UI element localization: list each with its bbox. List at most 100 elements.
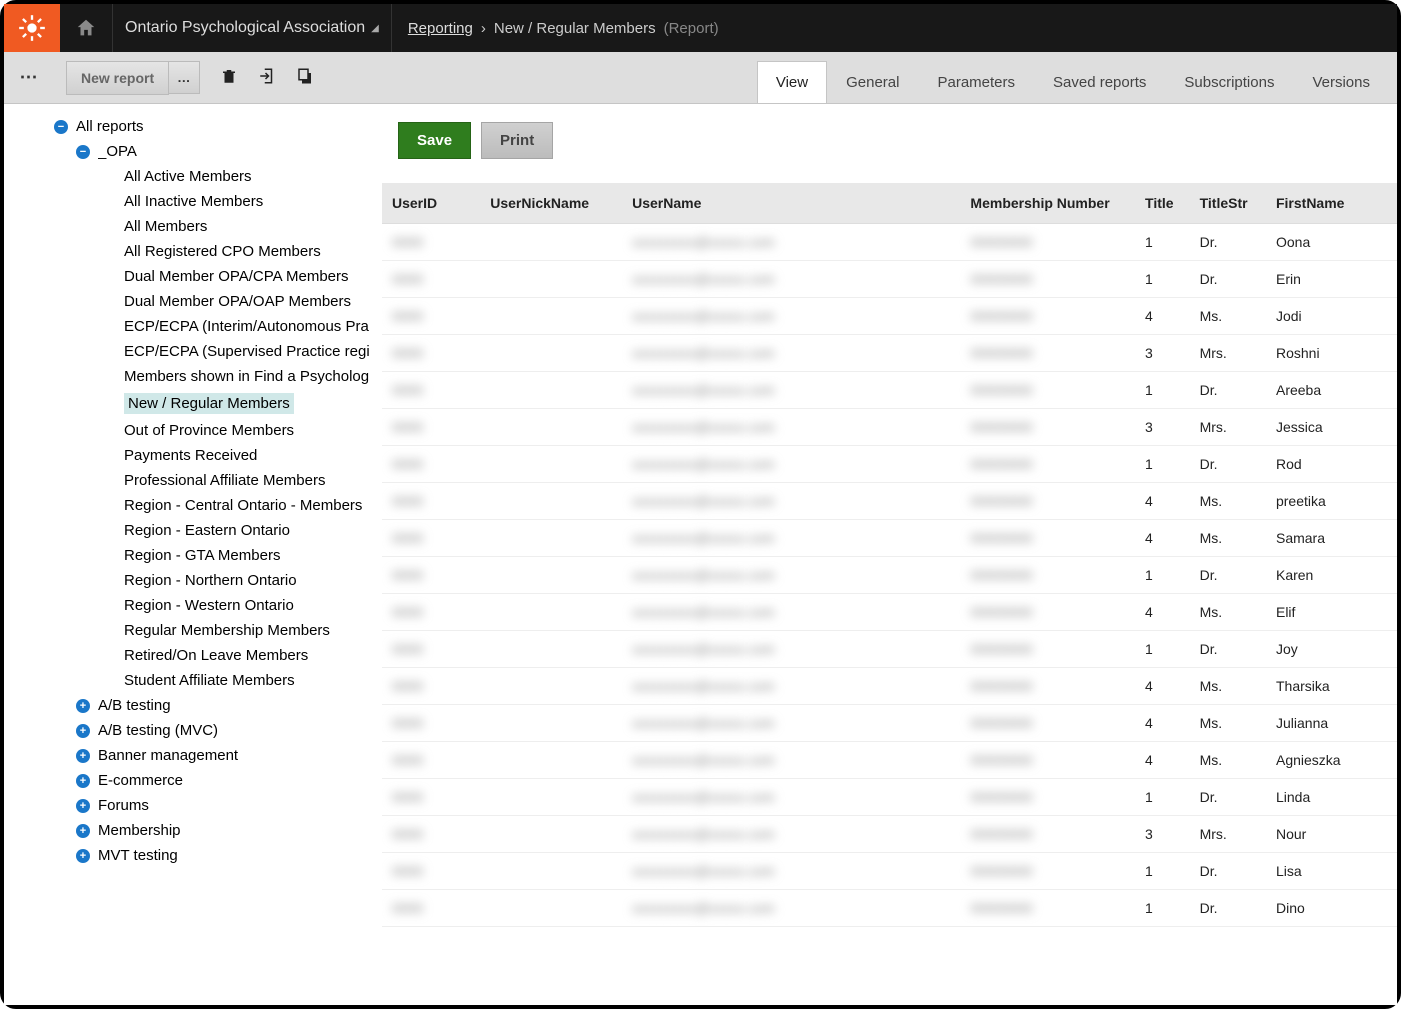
table-cell: 0000 [382, 705, 480, 742]
table-cell: 1 [1135, 372, 1190, 409]
table-row[interactable]: 0000xxxxxxxxx@xxxxx.com000000004Ms.preet… [382, 483, 1397, 520]
tree-item[interactable]: ECP/ECPA (Interim/Autonomous Pra [44, 314, 382, 339]
table-row[interactable]: 0000xxxxxxxxx@xxxxx.com000000001Dr.Oona [382, 224, 1397, 261]
table-cell: xxxxxxxxx@xxxxx.com [622, 261, 960, 298]
tree-item[interactable]: Payments Received [44, 443, 382, 468]
export-icon[interactable] [258, 67, 276, 88]
expand-icon[interactable]: + [76, 849, 90, 863]
tree-item[interactable]: Professional Affiliate Members [44, 468, 382, 493]
expand-icon[interactable]: + [76, 824, 90, 838]
tree-item[interactable]: Student Affiliate Members [44, 668, 382, 693]
table-row[interactable]: 0000xxxxxxxxx@xxxxx.com000000003Mrs.Jess… [382, 409, 1397, 446]
tab-general[interactable]: General [827, 61, 918, 103]
table-cell [480, 631, 622, 668]
column-header[interactable]: UserNickName [480, 183, 622, 224]
table-row[interactable]: 0000xxxxxxxxx@xxxxx.com000000003Mrs.Nour [382, 816, 1397, 853]
table-row[interactable]: 0000xxxxxxxxx@xxxxx.com000000001Dr.Erin [382, 261, 1397, 298]
tree-item[interactable]: All Active Members [44, 164, 382, 189]
expand-icon[interactable]: + [76, 699, 90, 713]
new-report-context-button[interactable]: … [169, 61, 200, 94]
tab-subscriptions[interactable]: Subscriptions [1165, 61, 1293, 103]
table-row[interactable]: 0000xxxxxxxxx@xxxxx.com000000001Dr.Linda [382, 779, 1397, 816]
table-cell: 4 [1135, 705, 1190, 742]
tree-item[interactable]: Region - Central Ontario - Members [44, 493, 382, 518]
collapse-icon[interactable]: − [76, 145, 90, 159]
column-header[interactable]: UserName [622, 183, 960, 224]
column-header[interactable]: Title [1135, 183, 1190, 224]
tree-item[interactable]: Region - Northern Ontario [44, 568, 382, 593]
table-row[interactable]: 0000xxxxxxxxx@xxxxx.com000000003Mrs.Rosh… [382, 335, 1397, 372]
table-row[interactable]: 0000xxxxxxxxx@xxxxx.com000000001Dr.Dino [382, 890, 1397, 927]
tree-folder[interactable]: +Banner management [44, 743, 382, 768]
tree-item[interactable]: Region - Eastern Ontario [44, 518, 382, 543]
tree-item[interactable]: Retired/On Leave Members [44, 643, 382, 668]
tree-folder[interactable]: +A/B testing (MVC) [44, 718, 382, 743]
tree-root[interactable]: − All reports [44, 114, 382, 139]
tree-item[interactable]: Region - GTA Members [44, 543, 382, 568]
tree-folder[interactable]: +Membership [44, 818, 382, 843]
tree-folder[interactable]: +E-commerce [44, 768, 382, 793]
expand-icon[interactable]: + [76, 774, 90, 788]
table-cell [480, 520, 622, 557]
print-button[interactable]: Print [481, 122, 553, 159]
breadcrumb-root[interactable]: Reporting [408, 20, 473, 37]
table-row[interactable]: 0000xxxxxxxxx@xxxxx.com000000004Ms.Elif [382, 594, 1397, 631]
column-header[interactable]: FirstName [1266, 183, 1397, 224]
tree-item[interactable]: ECP/ECPA (Supervised Practice regi [44, 339, 382, 364]
tree-item[interactable]: Members shown in Find a Psycholog [44, 364, 382, 389]
expand-icon[interactable]: + [76, 749, 90, 763]
tree-item[interactable]: Dual Member OPA/OAP Members [44, 289, 382, 314]
site-switcher[interactable]: Ontario Psychological Association ◢ [112, 4, 391, 52]
new-report-button[interactable]: New report [66, 61, 169, 95]
expand-icon[interactable]: + [76, 799, 90, 813]
tree-item[interactable]: Regular Membership Members [44, 618, 382, 643]
tree-item[interactable]: All Members [44, 214, 382, 239]
column-header[interactable]: Membership Number [960, 183, 1135, 224]
table-cell [480, 409, 622, 446]
tree-folder[interactable]: +A/B testing [44, 693, 382, 718]
tab-view[interactable]: View [757, 61, 827, 103]
table-row[interactable]: 0000xxxxxxxxx@xxxxx.com000000001Dr.Lisa [382, 853, 1397, 890]
tree-item-label: New / Regular Members [124, 393, 294, 414]
table-row[interactable]: 0000xxxxxxxxx@xxxxx.com000000001Dr.Areeb… [382, 372, 1397, 409]
table-row[interactable]: 0000xxxxxxxxx@xxxxx.com000000001Dr.Rod [382, 446, 1397, 483]
tab-saved-reports[interactable]: Saved reports [1034, 61, 1165, 103]
tree-item-label: All Inactive Members [124, 193, 263, 210]
tree-folder[interactable]: +MVT testing [44, 843, 382, 868]
table-row[interactable]: 0000xxxxxxxxx@xxxxx.com000000004Ms.Jodi [382, 298, 1397, 335]
app-logo[interactable] [4, 4, 60, 52]
tree-item[interactable]: All Registered CPO Members [44, 239, 382, 264]
copy-icon[interactable] [296, 67, 314, 88]
tree-folder[interactable]: +Forums [44, 793, 382, 818]
home-icon[interactable] [60, 4, 112, 52]
table-row[interactable]: 0000xxxxxxxxx@xxxxx.com000000001Dr.Joy [382, 631, 1397, 668]
table-cell: Dr. [1190, 779, 1266, 816]
table-cell: xxxxxxxxx@xxxxx.com [622, 890, 960, 927]
table-row[interactable]: 0000xxxxxxxxx@xxxxx.com000000004Ms.Samar… [382, 520, 1397, 557]
save-button[interactable]: Save [398, 122, 471, 159]
app-menu-icon[interactable]: ⋯ [12, 52, 46, 103]
tree-item[interactable]: New / Regular Members [44, 389, 382, 418]
tree-item[interactable]: Out of Province Members [44, 418, 382, 443]
tree-item-label: All Active Members [124, 168, 252, 185]
table-cell: Rod [1266, 446, 1397, 483]
table-cell: Dr. [1190, 446, 1266, 483]
table-row[interactable]: 0000xxxxxxxxx@xxxxx.com000000004Ms.Julia… [382, 705, 1397, 742]
tab-parameters[interactable]: Parameters [918, 61, 1034, 103]
tree-item[interactable]: All Inactive Members [44, 189, 382, 214]
column-header[interactable]: UserID [382, 183, 480, 224]
tab-versions[interactable]: Versions [1293, 61, 1389, 103]
table-cell: 1 [1135, 446, 1190, 483]
collapse-icon[interactable]: − [54, 120, 68, 134]
table-row[interactable]: 0000xxxxxxxxx@xxxxx.com000000004Ms.Thars… [382, 668, 1397, 705]
table-row[interactable]: 0000xxxxxxxxx@xxxxx.com000000001Dr.Karen [382, 557, 1397, 594]
column-header[interactable]: TitleStr [1190, 183, 1266, 224]
table-cell: 4 [1135, 742, 1190, 779]
tree-item-label: Region - Central Ontario - Members [124, 497, 362, 514]
delete-icon[interactable] [220, 67, 238, 88]
tree-folder-opa[interactable]: − _OPA [44, 139, 382, 164]
tree-item[interactable]: Region - Western Ontario [44, 593, 382, 618]
table-row[interactable]: 0000xxxxxxxxx@xxxxx.com000000004Ms.Agnie… [382, 742, 1397, 779]
expand-icon[interactable]: + [76, 724, 90, 738]
tree-item[interactable]: Dual Member OPA/CPA Members [44, 264, 382, 289]
